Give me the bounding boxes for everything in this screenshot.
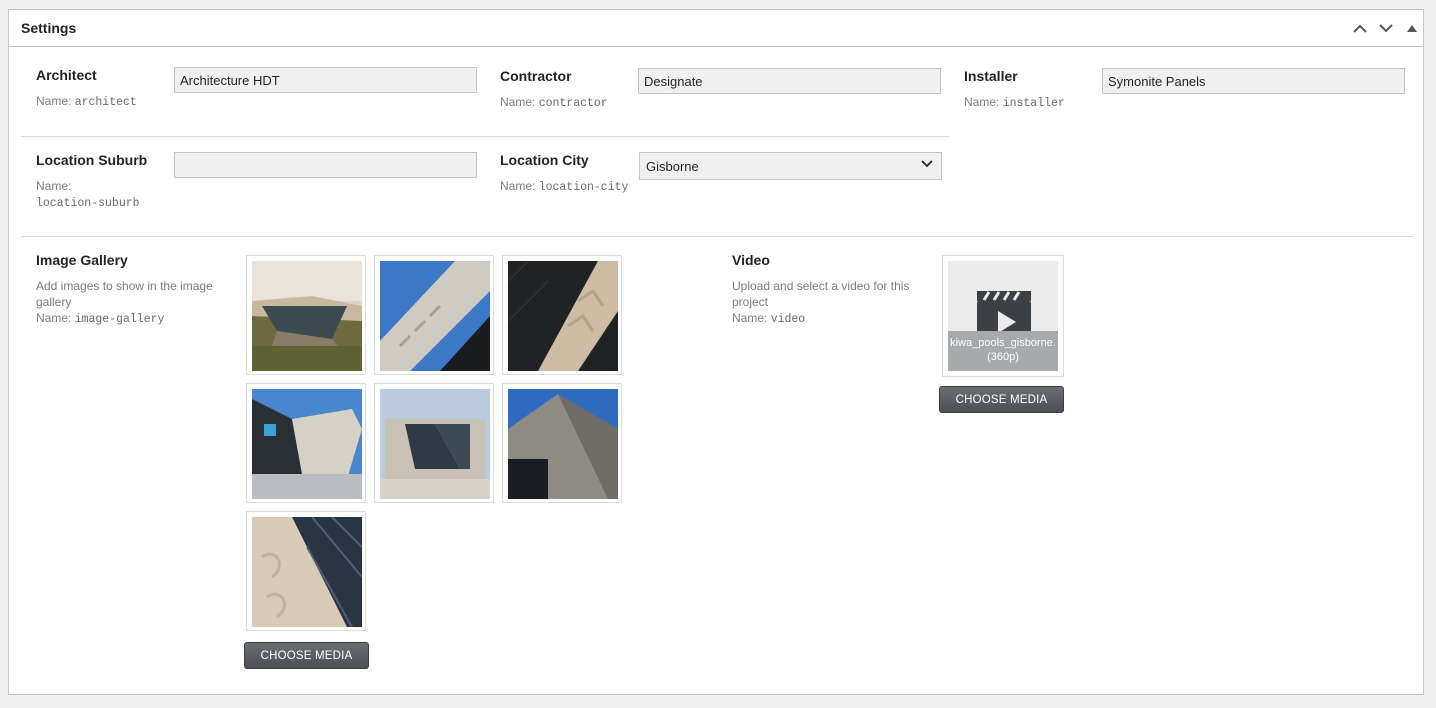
- toggle-panel-button[interactable]: [1402, 18, 1422, 38]
- location-city-label: Location City: [500, 152, 589, 168]
- settings-panel: Settings Architect Name: architect Contr…: [8, 9, 1424, 695]
- gallery-choose-media-button[interactable]: CHOOSE MEDIA: [244, 642, 369, 669]
- building-photo: [508, 261, 618, 371]
- building-photo: [252, 261, 362, 371]
- chevron-down-icon: [1379, 23, 1393, 32]
- building-photo: [508, 389, 618, 499]
- video-choose-media-button[interactable]: CHOOSE MEDIA: [939, 386, 1064, 413]
- location-city-select[interactable]: Gisborne: [639, 152, 942, 180]
- architect-label: Architect: [36, 67, 97, 83]
- installer-label: Installer: [964, 68, 1018, 84]
- gallery-image-6[interactable]: [502, 383, 622, 503]
- location-suburb-input[interactable]: [174, 152, 477, 178]
- gallery-image-1[interactable]: [246, 255, 366, 375]
- video-preview[interactable]: kiwa_pools_gisborne. (360p): [942, 255, 1064, 377]
- video-label: Video: [732, 252, 770, 268]
- chevron-down-icon: [921, 160, 933, 168]
- location-suburb-label: Location Suburb: [36, 152, 148, 168]
- installer-hint: Name: installer: [964, 95, 1065, 110]
- gallery-image-3[interactable]: [502, 255, 622, 375]
- image-gallery-label: Image Gallery: [36, 252, 128, 268]
- panel-title: Settings: [21, 20, 77, 36]
- section-divider: [21, 236, 1413, 237]
- gallery-image-4[interactable]: [246, 383, 366, 503]
- installer-input[interactable]: [1102, 68, 1405, 94]
- building-photo: [380, 261, 490, 371]
- building-photo: [380, 389, 490, 499]
- triangle-up-icon: [1407, 24, 1417, 32]
- move-down-button[interactable]: [1376, 18, 1396, 38]
- gallery-image-7[interactable]: [246, 511, 366, 631]
- contractor-label: Contractor: [500, 68, 572, 84]
- video-file-caption: kiwa_pools_gisborne. (360p): [948, 331, 1058, 371]
- gallery-image-2[interactable]: [374, 255, 494, 375]
- move-up-button[interactable]: [1350, 18, 1370, 38]
- chevron-up-icon: [1353, 24, 1367, 33]
- video-hint: Upload and select a video for this proje…: [732, 279, 910, 326]
- image-gallery-hint: Add images to show in the image gallery …: [36, 279, 213, 326]
- location-suburb-hint: Name: location-suburb: [36, 179, 140, 210]
- contractor-hint: Name: contractor: [500, 95, 608, 110]
- location-city-value: Gisborne: [646, 158, 699, 174]
- architect-hint: Name: architect: [36, 94, 137, 109]
- location-city-hint: Name: location-city: [500, 179, 629, 194]
- building-photo: [252, 389, 362, 499]
- building-photo: [252, 517, 362, 627]
- panel-header: Settings: [9, 10, 1423, 47]
- architect-input[interactable]: [174, 67, 477, 93]
- contractor-input[interactable]: [638, 68, 941, 94]
- row-divider: [21, 136, 949, 137]
- gallery-image-5[interactable]: [374, 383, 494, 503]
